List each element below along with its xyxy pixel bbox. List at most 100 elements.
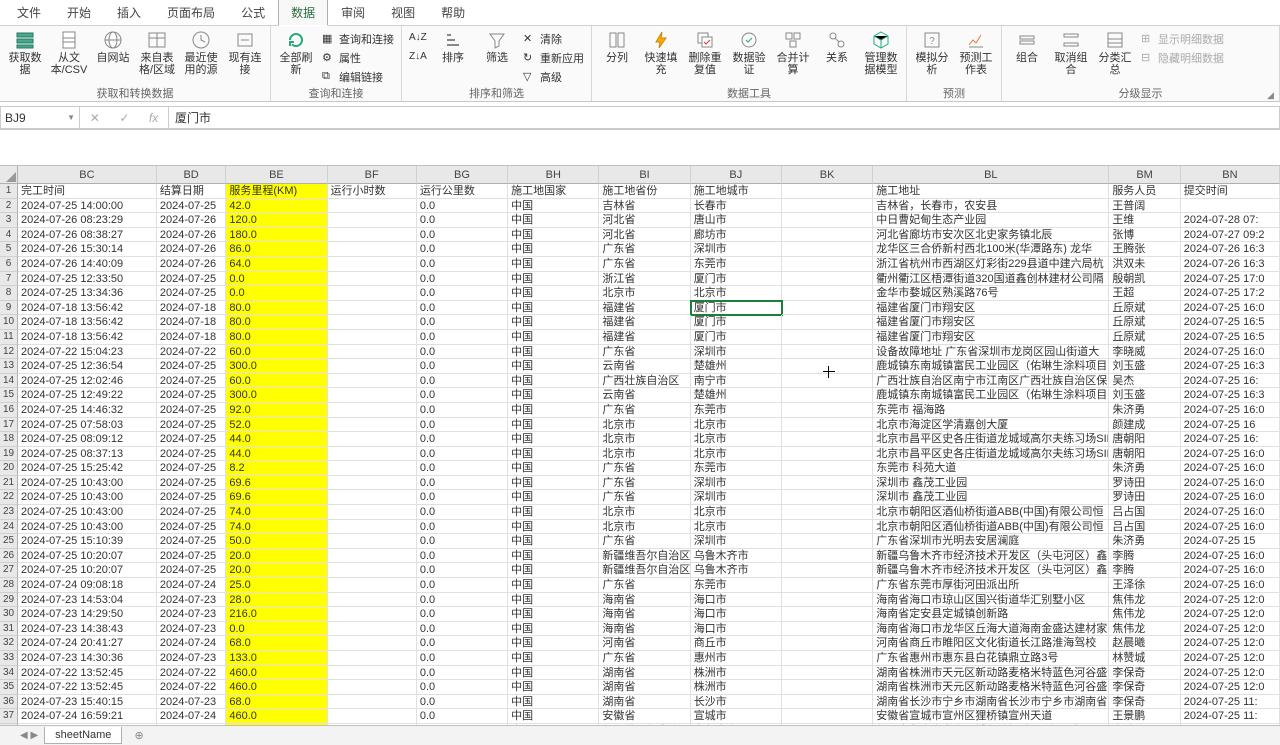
cell[interactable]: 中国 xyxy=(508,636,599,651)
cell[interactable]: 云南省 xyxy=(599,388,690,403)
cell[interactable]: 海口市 xyxy=(691,593,782,608)
from-table-button[interactable]: 来自表格/区域 xyxy=(136,28,178,86)
cell[interactable]: 北京市 xyxy=(599,520,690,535)
cell[interactable]: 北京市 xyxy=(691,432,782,447)
cell[interactable]: 8.2 xyxy=(226,461,327,476)
cell[interactable]: 中国 xyxy=(508,286,599,301)
cell[interactable]: 68.0 xyxy=(226,636,327,651)
cell[interactable]: 颜建成 xyxy=(1109,418,1180,433)
cell[interactable]: 2024-07-25 11: xyxy=(1181,709,1280,724)
cell[interactable]: 广东省 xyxy=(599,461,690,476)
cell[interactable]: 湖南省 xyxy=(599,680,690,695)
cell[interactable]: 福建省厦门市翔安区 xyxy=(873,330,1109,345)
cell[interactable]: 中国 xyxy=(508,578,599,593)
cell[interactable] xyxy=(782,330,873,345)
sheet-tab[interactable]: sheetName xyxy=(44,727,122,744)
cell[interactable]: 中国 xyxy=(508,374,599,389)
cell[interactable]: 王维 xyxy=(1109,213,1180,228)
cell[interactable]: 2024-07-18 xyxy=(157,301,226,316)
cell[interactable]: 2024-07-23 14:30:36 xyxy=(18,651,157,666)
cell[interactable]: 河北省 xyxy=(599,228,690,243)
cell[interactable]: 唐朝阳 xyxy=(1109,447,1180,462)
tab-view[interactable]: 视图 xyxy=(378,0,428,26)
cell[interactable]: 福建省 xyxy=(599,330,690,345)
column-header[interactable]: BL xyxy=(873,166,1109,184)
cell[interactable] xyxy=(782,607,873,622)
cell[interactable]: 施工地址 xyxy=(873,184,1109,199)
cell[interactable]: 中国 xyxy=(508,315,599,330)
row-header[interactable]: 27 xyxy=(0,563,18,578)
cell[interactable]: 李保奇 xyxy=(1109,666,1180,681)
cell[interactable]: 42.0 xyxy=(226,199,327,214)
row-header[interactable]: 29 xyxy=(0,593,18,608)
cell[interactable]: 2024-07-25 15:25:42 xyxy=(18,461,157,476)
cell[interactable]: 0.0 xyxy=(417,213,508,228)
cell[interactable]: 0.0 xyxy=(417,345,508,360)
cell[interactable]: 2024-07-25 08:37:13 xyxy=(18,447,157,462)
cell[interactable]: 2024-07-24 09:08:18 xyxy=(18,578,157,593)
cell[interactable]: 广东省 xyxy=(599,403,690,418)
cell[interactable] xyxy=(328,374,417,389)
cell[interactable]: 海南省 xyxy=(599,607,690,622)
cell[interactable]: 2024-07-25 12:36:54 xyxy=(18,359,157,374)
row-header[interactable]: 10 xyxy=(0,315,18,330)
formula-input[interactable]: 厦门市 xyxy=(168,106,1280,129)
row-header[interactable]: 36 xyxy=(0,695,18,710)
cell[interactable]: 2024-07-28 07: xyxy=(1181,213,1280,228)
cell[interactable]: 广东省 xyxy=(599,242,690,257)
tab-home[interactable]: 开始 xyxy=(54,0,104,26)
ungroup-button[interactable]: 取消组合 xyxy=(1050,28,1092,86)
tab-insert[interactable]: 插入 xyxy=(104,0,154,26)
clear-button[interactable]: ✕清除 xyxy=(520,30,587,48)
cell[interactable]: 深圳市 xyxy=(691,242,782,257)
row-header[interactable]: 22 xyxy=(0,490,18,505)
cell[interactable]: 2024-07-25 xyxy=(157,505,226,520)
cell[interactable]: 2024-07-23 xyxy=(157,607,226,622)
cell[interactable]: 74.0 xyxy=(226,520,327,535)
cell[interactable] xyxy=(328,388,417,403)
cell[interactable]: 0.0 xyxy=(417,286,508,301)
cell[interactable]: 乌鲁木齐市 xyxy=(691,549,782,564)
cell[interactable]: 2024-07-25 14:00:00 xyxy=(18,199,157,214)
cell[interactable]: 福建省 xyxy=(599,315,690,330)
cell[interactable]: 深圳市 xyxy=(691,476,782,491)
cell[interactable]: 鹿城镇东南城镇富民工业园区（佑琳生涂料项目 xyxy=(873,359,1109,374)
cell[interactable]: 2024-07-25 16:0 xyxy=(1181,345,1280,360)
cell[interactable] xyxy=(782,184,873,199)
cell[interactable]: 52.0 xyxy=(226,418,327,433)
row-header[interactable]: 31 xyxy=(0,622,18,637)
cell[interactable]: 广东省 xyxy=(599,490,690,505)
cell[interactable]: 92.0 xyxy=(226,403,327,418)
cell[interactable]: 福建省厦门市翔安区 xyxy=(873,315,1109,330)
cell[interactable]: 0.0 xyxy=(417,330,508,345)
cell[interactable]: 2024-07-25 15 xyxy=(1181,534,1280,549)
cell[interactable]: 2024-07-24 xyxy=(157,709,226,724)
cell[interactable]: 海口市 xyxy=(691,622,782,637)
cell[interactable]: 海南省海口市龙华区丘海大道海南金盛达建材家 xyxy=(873,622,1109,637)
cell[interactable]: 44.0 xyxy=(226,447,327,462)
cell[interactable]: 中国 xyxy=(508,213,599,228)
cell[interactable]: 2024-07-25 10:20:07 xyxy=(18,563,157,578)
group-button[interactable]: 组合 xyxy=(1006,28,1048,86)
cell[interactable] xyxy=(328,636,417,651)
cell[interactable]: 施工地国家 xyxy=(508,184,599,199)
cell[interactable]: 2024-07-23 xyxy=(157,695,226,710)
cell[interactable]: 2024-07-25 12:02:46 xyxy=(18,374,157,389)
data-model-button[interactable]: 管理数据模型 xyxy=(860,28,902,86)
cell[interactable] xyxy=(782,549,873,564)
cell[interactable]: 李腾 xyxy=(1109,549,1180,564)
cell[interactable]: 广东省惠州市惠东县白花镇鼎立路3号 xyxy=(873,651,1109,666)
cell[interactable]: 海南省 xyxy=(599,593,690,608)
cell[interactable]: 吉林省，长春市，农安县 xyxy=(873,199,1109,214)
cell[interactable]: 2024-07-18 xyxy=(157,330,226,345)
cell[interactable]: 长沙市 xyxy=(691,695,782,710)
cell[interactable]: 2024-07-25 xyxy=(157,549,226,564)
cell[interactable]: 朱济勇 xyxy=(1109,534,1180,549)
cell[interactable]: 罗诗田 xyxy=(1109,490,1180,505)
cell[interactable] xyxy=(328,418,417,433)
sort-button[interactable]: 排序 xyxy=(432,28,474,86)
cell[interactable]: 2024-07-25 xyxy=(157,359,226,374)
cell[interactable]: 焦伟龙 xyxy=(1109,593,1180,608)
cell[interactable]: 广东省 xyxy=(599,476,690,491)
cell[interactable]: 300.0 xyxy=(226,388,327,403)
